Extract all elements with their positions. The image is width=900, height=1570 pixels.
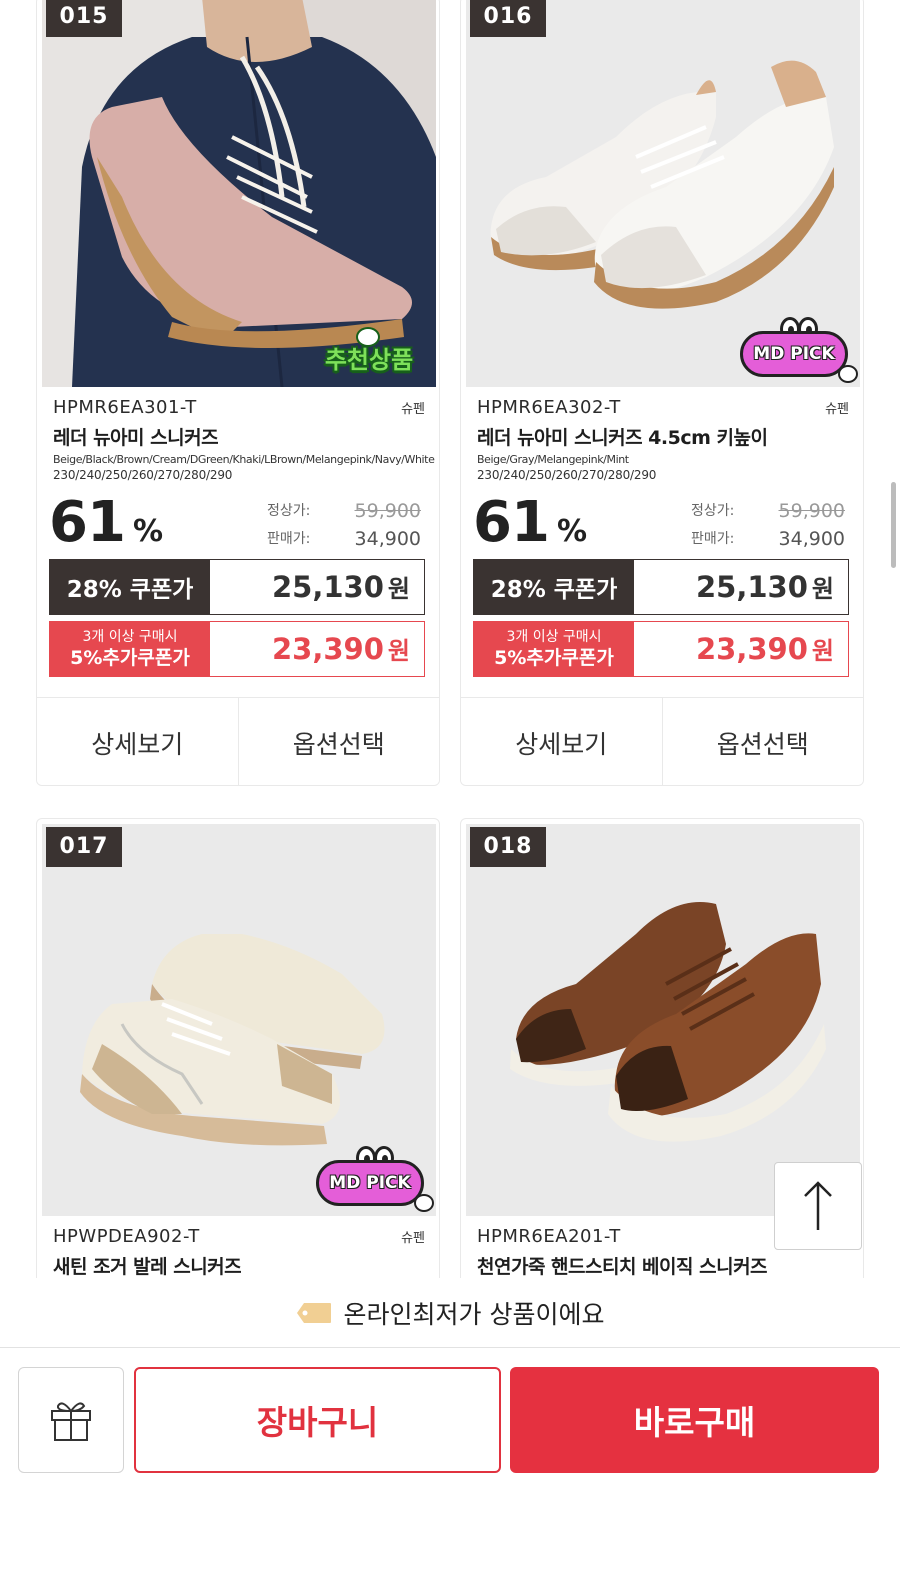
product-name[interactable]: 레더 뉴아미 스니커즈 — [53, 423, 425, 449]
discount-rate: 61% — [49, 490, 163, 555]
extra-coupon-row: 3개 이상 구매시 5%추가쿠폰가 23,390 원 — [473, 621, 849, 677]
regular-price-label: 정상가: — [267, 503, 311, 519]
coupon-price-row: 28% 쿠폰가 25,130 원 — [49, 559, 425, 615]
option-select-button[interactable]: 옵션선택 — [661, 698, 863, 785]
product-info: HPWPDEA902-T 슈펜 새틴 조거 발레 스니커즈 — [53, 1224, 425, 1279]
product-photo — [466, 824, 860, 1216]
rank-badge: 018 — [470, 827, 546, 867]
add-to-cart-button[interactable]: 장바구니 — [134, 1367, 501, 1473]
extra-coupon-price: 23,390 원 — [695, 632, 834, 666]
product-info: HPMR6EA302-T 슈펜 레더 뉴아미 스니커즈 4.5cm 키높이 Be… — [477, 395, 849, 483]
product-name[interactable]: 새틴 조거 발레 스니커즈 — [53, 1252, 425, 1278]
product-card-015[interactable]: 015 추천상품 HPMR6EA301-T 슈펜 레더 뉴아미 스니커즈 Bei… — [36, 0, 440, 786]
bottom-action-bar: 장바구니 바로구매 — [0, 1349, 900, 1570]
card-actions: 상세보기 옵션선택 — [37, 697, 439, 785]
size-options: 230/240/250/260/270/280/290 — [477, 468, 657, 482]
detail-button[interactable]: 상세보기 — [37, 698, 238, 785]
coupon-price: 25,130 원 — [695, 570, 834, 604]
sale-price: 34,900 — [778, 528, 845, 550]
product-image-015[interactable]: 015 추천상품 — [42, 0, 436, 387]
product-card-016[interactable]: 016 MD PICK HPMR6EA302-T 슈펜 레더 뉴아미 스니커즈 … — [460, 0, 864, 786]
regular-price: 59,900 — [778, 500, 845, 522]
card-actions: 상세보기 옵션선택 — [461, 697, 863, 785]
rank-badge: 015 — [46, 0, 122, 37]
product-name[interactable]: 천연가죽 핸드스티치 베이직 스니커즈 — [477, 1252, 849, 1278]
product-image-016[interactable]: 016 MD PICK — [466, 0, 860, 387]
color-options: Beige/Black/Brown/Cream/DGreen/Khaki/LBr… — [53, 453, 435, 466]
md-pick-sticker: MD PICK — [736, 313, 858, 385]
product-image-018[interactable]: 018 — [466, 824, 860, 1216]
scroll-to-top-button[interactable] — [774, 1162, 862, 1250]
notice-bar: 온라인최저가 상품이에요 — [0, 1278, 900, 1348]
sale-price: 34,900 — [354, 528, 421, 550]
product-name[interactable]: 레더 뉴아미 스니커즈 4.5cm 키높이 — [477, 423, 849, 449]
tag-icon — [296, 1302, 331, 1323]
coupon-label: 28% 쿠폰가 — [50, 560, 210, 614]
brand-name: 슈펜 — [825, 401, 849, 417]
extra-coupon-row: 3개 이상 구매시 5%추가쿠폰가 23,390 원 — [49, 621, 425, 677]
product-code: HPMR6EA301-T — [53, 396, 197, 418]
rank-badge: 016 — [470, 0, 546, 37]
notice-text: 온라인최저가 상품이에요 — [343, 1299, 605, 1329]
scrollbar-thumb[interactable] — [891, 482, 896, 568]
gift-icon — [51, 1402, 91, 1441]
extra-coupon-price: 23,390 원 — [271, 632, 410, 666]
regular-price-label: 정상가: — [691, 503, 735, 519]
brand-name: 슈펜 — [401, 1230, 425, 1246]
regular-price: 59,900 — [354, 500, 421, 522]
size-options: 230/240/250/260/270/280/290 — [53, 468, 233, 482]
product-code: HPMR6EA302-T — [477, 396, 621, 418]
discount-rate: 61% — [473, 490, 587, 555]
product-image-017[interactable]: 017 MD PICK — [42, 824, 436, 1216]
coupon-label: 28% 쿠폰가 — [474, 560, 634, 614]
gift-button[interactable] — [18, 1367, 124, 1473]
product-info: HPMR6EA301-T 슈펜 레더 뉴아미 스니커즈 Beige/Black/… — [53, 395, 435, 483]
product-code: HPMR6EA201-T — [477, 1225, 621, 1247]
color-options: Beige/Gray/Melangepink/Mint — [477, 453, 629, 466]
buy-now-button[interactable]: 바로구매 — [510, 1367, 879, 1473]
brand-name: 슈펜 — [401, 401, 425, 417]
md-pick-sticker: MD PICK — [312, 1142, 434, 1214]
price-block: 61% 정상가: 판매가: 59,900 34,900 — [49, 491, 429, 561]
recommended-sticker: 추천상품 — [310, 327, 428, 381]
sale-price-label: 판매가: — [691, 531, 735, 547]
product-card-017[interactable]: 017 MD PICK HPWPDEA902-T 슈펜 새틴 조거 발레 스니커… — [36, 818, 440, 1288]
price-block: 61% 정상가: 판매가: 59,900 34,900 — [473, 491, 853, 561]
coupon-price: 25,130 원 — [271, 570, 410, 604]
product-code: HPWPDEA902-T — [53, 1225, 200, 1247]
detail-button[interactable]: 상세보기 — [461, 698, 662, 785]
option-select-button[interactable]: 옵션선택 — [237, 698, 439, 785]
arrow-up-icon — [804, 1181, 832, 1230]
sale-price-label: 판매가: — [267, 531, 311, 547]
coupon-price-row: 28% 쿠폰가 25,130 원 — [473, 559, 849, 615]
rank-badge: 017 — [46, 827, 122, 867]
extra-coupon-label: 3개 이상 구매시 5%추가쿠폰가 — [50, 622, 210, 676]
extra-coupon-label: 3개 이상 구매시 5%추가쿠폰가 — [474, 622, 634, 676]
